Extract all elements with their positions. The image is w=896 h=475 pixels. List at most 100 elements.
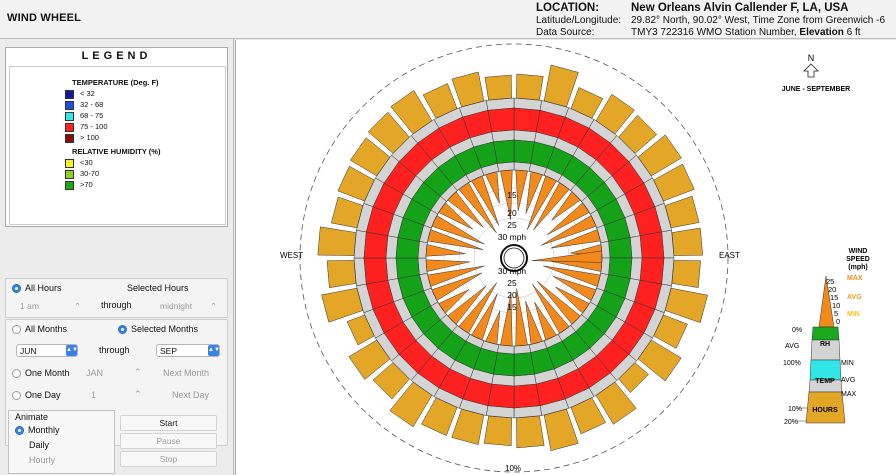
selected-hours-label: Selected Hours — [127, 283, 189, 293]
all-months-label: All Months — [25, 324, 68, 334]
temperature-legend-item: < 32 — [65, 89, 95, 99]
radio-icon — [12, 369, 21, 379]
legend-box: LEGEND TEMPERATURE (Deg. F) < 32 32 - 68 6… — [5, 47, 228, 227]
radio-selected-icon — [12, 284, 21, 294]
hour-to-select[interactable]: midnight ⌃ — [156, 299, 220, 312]
ring-segment — [491, 129, 515, 143]
period-label: JUNE - SEPTEMBER — [782, 86, 850, 93]
speed-label-bottom: 15 — [507, 302, 517, 312]
hours-bar — [451, 408, 485, 445]
speed-label-top: 20 — [507, 208, 517, 218]
title-bar: WIND WHEEL LOCATION: New Orleans Alvin Ca… — [0, 0, 896, 39]
latlong-value: 29.82° North, 90.02° West, Time Zone fro… — [631, 15, 886, 26]
legend-content: TEMPERATURE (Deg. F) < 32 32 - 68 68 - 75 7… — [9, 66, 226, 225]
month-to-value: SEP — [160, 346, 178, 356]
hours-bar — [317, 226, 357, 256]
ring-segment — [513, 352, 535, 377]
source-value: TMY3 722316 WMO Station Number, — [631, 27, 797, 38]
humidity-legend-item: 30-70 — [65, 169, 100, 179]
center-inner-circle — [503, 247, 525, 269]
radio-selected-icon — [15, 426, 24, 436]
key-avg-left: AVG — [785, 343, 799, 350]
next-day-button[interactable]: Next Day — [172, 390, 209, 400]
legend-title: LEGEND — [81, 50, 152, 62]
hours-bar — [664, 287, 708, 323]
location-info: LOCATION: New Orleans Alvin Callender F, … — [536, 2, 885, 39]
speed-label-top: 15 — [507, 190, 517, 200]
ring-segment — [639, 257, 665, 285]
key-min-right: MIN — [841, 360, 854, 367]
latlong-label: Latitude/Longitude: — [536, 15, 622, 26]
all-hours-radio[interactable]: All Hours — [12, 283, 62, 294]
ring-segment — [385, 257, 399, 281]
key-hours-label: HOURS — [812, 407, 838, 414]
location-label: LOCATION: — [536, 2, 600, 14]
hour-from-select[interactable]: 1 am ⌃ — [16, 299, 84, 312]
speed-label-top: 30 mph — [498, 232, 527, 242]
start-button[interactable]: Start — [120, 415, 217, 431]
ring-segment — [513, 129, 537, 143]
temperature-legend-title: TEMPERATURE (Deg. F) — [72, 78, 159, 87]
app-title: WIND WHEEL — [7, 12, 82, 24]
legend-item-label: 75 - 100 — [80, 122, 108, 131]
key-avg-right: AVG — [841, 377, 855, 384]
location-name: New Orleans Alvin Callender F, LA, USA — [631, 2, 849, 14]
key-pct-100: 100% — [783, 360, 801, 367]
one-day-value[interactable]: 1 — [91, 390, 96, 400]
legend-item-label: < 32 — [80, 89, 95, 98]
legend-item-label: 30-70 — [80, 169, 100, 178]
key-max-label: MAX — [847, 275, 863, 282]
temperature-legend-item: 75 - 100 — [65, 122, 108, 132]
key-title-unit: (mph) — [848, 264, 867, 271]
monthly-radio[interactable]: Monthly — [15, 425, 60, 436]
radio-icon — [12, 391, 21, 401]
wind-speed-key: WIND SPEED (mph) RH TEMP HOURS 252015105… — [783, 248, 870, 426]
source-label: Data Source: — [536, 27, 595, 38]
key-title-speed: SPEED — [846, 256, 870, 263]
speed-label-bottom: 20 — [507, 290, 517, 300]
hourly-radio[interactable]: Hourly — [29, 455, 55, 465]
one-day-radio[interactable]: One Day — [12, 390, 61, 401]
hours-bar — [321, 287, 364, 323]
key-pct-0: 0% — [792, 327, 802, 334]
humidity-legend-item: <30 — [65, 158, 93, 168]
wind-wheel-chart: WEST EAST 10% N JUNE - SEPTEMBER 15 20 25 3… — [280, 43, 870, 473]
ring-segment — [493, 139, 515, 164]
speed-label-bottom: 25 — [507, 278, 517, 288]
pause-button[interactable]: Pause — [120, 433, 217, 449]
north-arrow-icon — [803, 63, 819, 78]
daily-radio[interactable]: Daily — [29, 440, 49, 450]
key-pct-10: 10% — [788, 406, 802, 413]
chevron-down-icon: ▲▼ — [208, 345, 220, 356]
animate-group: Animate Monthly Daily Hourly — [8, 410, 115, 474]
elevation-value: 6 ft — [846, 27, 861, 38]
hour-to-value: midnight — [160, 301, 193, 311]
radio-selected-icon — [118, 325, 127, 335]
hours-bar — [516, 415, 545, 449]
legend-swatch — [65, 169, 74, 179]
speed-label-bottom: 30 mph — [498, 266, 527, 276]
legend-swatch — [65, 180, 74, 190]
month-to-select[interactable]: SEP ▲▼ — [156, 344, 220, 357]
humidity-legend-item: >70 — [65, 180, 93, 190]
all-hours-label: All Hours — [25, 283, 62, 293]
one-month-radio[interactable]: One Month — [12, 368, 70, 379]
hours-bar — [671, 227, 703, 256]
one-month-value[interactable]: JAN — [86, 368, 103, 378]
key-avg-label: AVG — [847, 294, 862, 301]
month-from-select[interactable]: JUN ▲▼ — [16, 344, 78, 357]
ring-segment — [395, 257, 420, 279]
legend-swatch — [65, 133, 74, 143]
temperature-legend-item: 68 - 75 — [65, 111, 103, 121]
bottom-percent-label: 10% — [505, 464, 521, 473]
all-months-radio[interactable]: All Months — [12, 324, 68, 335]
key-temp-band — [809, 359, 842, 381]
selected-hours-radio[interactable]: Selected Hours — [114, 283, 189, 293]
temperature-legend-item: 32 - 68 — [65, 100, 103, 110]
stop-button[interactable]: Stop — [120, 451, 217, 467]
west-label: WEST — [280, 251, 303, 260]
selected-months-radio[interactable]: Selected Months — [118, 324, 198, 335]
next-month-button[interactable]: Next Month — [163, 368, 209, 378]
ring-segment — [629, 257, 643, 281]
legend-swatch — [65, 89, 74, 99]
